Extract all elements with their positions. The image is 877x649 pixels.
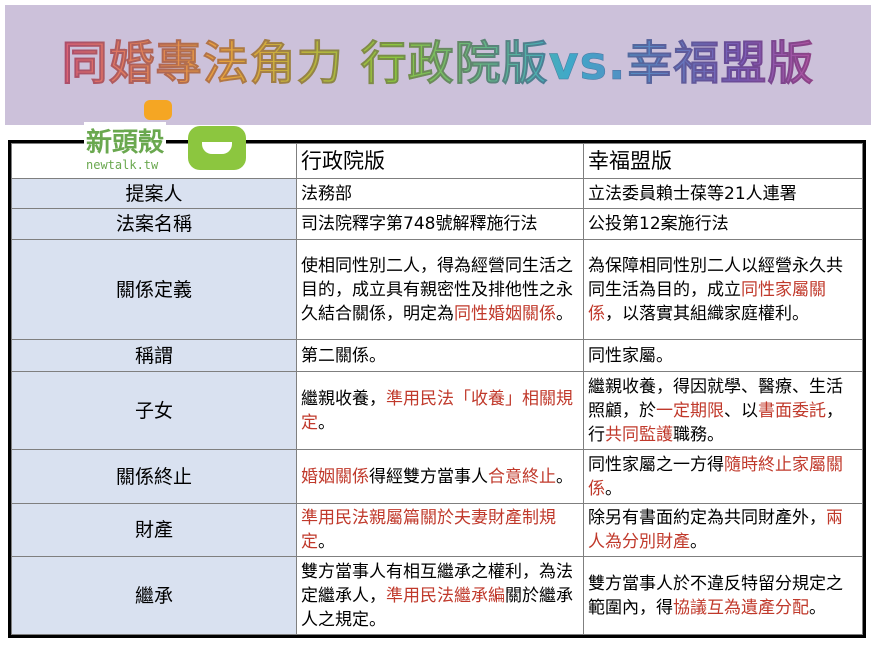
cell-text: 。 <box>556 303 573 324</box>
table-row: 稱謂 第二關係。 同性家屬。 <box>11 339 863 372</box>
cell-happiness-alliance: 雙方當事人於不違反特留分規定之範圍內，得協議互為遺產分配。 <box>583 556 863 635</box>
cell-executive-yuan: 婚姻關係得經雙方當事人合意終止。 <box>296 449 584 504</box>
cell-text: 。 <box>318 412 335 433</box>
row-label: 關係定義 <box>11 239 297 340</box>
highlighted-text: 同性婚姻關係 <box>454 303 556 324</box>
table-row: 關係定義 使相同性別二人，得為經營同生活之目的，成立具有親密性及排他性之永久結合關… <box>11 239 863 340</box>
cell-text: 立法委員賴士葆等21人連署 <box>588 183 797 204</box>
highlighted-text: 共同監護 <box>605 424 673 445</box>
cell-text: 公投第12案施行法 <box>588 214 729 234</box>
logo-mark-icon <box>144 100 172 120</box>
cell-executive-yuan: 繼親收養，準用民法「收養」相關規定。 <box>296 371 584 450</box>
table-row: 財產 準用民法親屬篇關於夫妻財產制規定。 除另有書面約定為共同財產外，兩人為分別財產… <box>11 503 863 557</box>
cell-text: 得經雙方當事人 <box>369 466 488 487</box>
header-executive-yuan: 行政院版 <box>296 143 584 179</box>
cell-happiness-alliance: 立法委員賴士葆等21人連署 <box>583 178 863 209</box>
highlighted-text: 準用民法繼承編 <box>386 585 505 606</box>
cell-text: 。 <box>690 532 707 552</box>
cell-text: 第二關係。 <box>301 345 386 366</box>
cell-happiness-alliance: 同性家屬之一方得隨時終止家屬關係。 <box>583 449 863 504</box>
table-row: 提案人 法務部 立法委員賴士葆等21人連署 <box>11 178 863 209</box>
row-label: 財產 <box>11 503 297 557</box>
cell-executive-yuan: 第二關係。 <box>296 339 584 372</box>
cell-text: 司法院釋字第748號解釋施行法 <box>301 214 538 234</box>
cell-text: 。 <box>318 532 335 552</box>
header-happiness-alliance: 幸福盟版 <box>583 143 863 179</box>
logo-name: 新頭殼 <box>84 122 167 159</box>
table-row: 法案名稱 司法院釋字第748號解釋施行法 公投第12案施行法 <box>11 208 863 240</box>
logo-url: newtalk.tw <box>86 158 159 172</box>
cell-executive-yuan: 司法院釋字第748號解釋施行法 <box>296 208 584 240</box>
row-label: 稱謂 <box>11 339 297 372</box>
cell-text: 。 <box>605 478 622 499</box>
row-label: 繼承 <box>11 556 297 635</box>
cell-happiness-alliance: 除另有書面約定為共同財產外，兩人為分別財產。 <box>583 503 863 557</box>
cell-happiness-alliance: 同性家屬。 <box>583 339 863 372</box>
comparison-table: 行政院版 幸福盟版 提案人 法務部 立法委員賴士葆等21人連署法案名稱 司法院釋字第7… <box>8 140 866 638</box>
table-row: 關係終止 婚姻關係得經雙方當事人合意終止。 同性家屬之一方得隨時終止家屬關係。 <box>11 449 863 504</box>
table-row: 子女 繼親收養，準用民法「收養」相關規定。 繼親收養，得因就學、醫療、生活照顧，於一… <box>11 371 863 450</box>
row-label: 關係終止 <box>11 449 297 504</box>
cell-text: 同性家屬之一方得 <box>588 454 724 475</box>
highlighted-text: 準用民法親屬篇關於夫妻財產制規定 <box>301 508 556 552</box>
cell-text: 。 <box>556 466 573 487</box>
cell-text: 。 <box>809 597 826 618</box>
row-label: 子女 <box>11 371 297 450</box>
cell-executive-yuan: 法務部 <box>296 178 584 209</box>
table-row: 繼承 雙方當事人有相互繼承之權利，為法定繼承人，準用民法繼承編關於繼承人之規定。雙… <box>11 556 863 635</box>
speech-bubble-icon <box>188 126 246 170</box>
highlighted-text: 婚姻關係 <box>301 466 369 487</box>
cell-text: 除另有書面約定為共同財產外， <box>588 508 826 528</box>
row-label: 提案人 <box>11 178 297 209</box>
highlighted-text: 協議互為遺產分配 <box>673 597 809 618</box>
cell-text: ，以落實其組織家庭權利。 <box>605 303 809 324</box>
cell-happiness-alliance: 公投第12案施行法 <box>583 208 863 240</box>
cell-text: 、以 <box>724 400 758 421</box>
cell-text: 法務部 <box>301 183 352 204</box>
page-title: 同婚專法角力 行政院版vs.幸福盟版 <box>5 27 871 93</box>
highlighted-text: 合意終止 <box>488 466 556 487</box>
cell-executive-yuan: 使相同性別二人，得為經營同生活之目的，成立具有親密性及排他性之永久結合關係，明定… <box>296 239 584 340</box>
highlighted-text: 書面委託 <box>758 400 826 421</box>
highlighted-text: 一定期限 <box>656 400 724 421</box>
cell-text: 同性家屬。 <box>588 345 673 366</box>
cell-text: 職務。 <box>673 424 724 445</box>
cell-text: 繼親收養， <box>301 388 386 409</box>
cell-happiness-alliance: 為保障相同性別二人以經營永久共同生活為目的，成立同性家屬關係，以落實其組織家庭權… <box>583 239 863 340</box>
cell-happiness-alliance: 繼親收養，得因就學、醫療、生活照顧，於一定期限、以書面委託，行共同監護職務。 <box>583 371 863 450</box>
cell-executive-yuan: 雙方當事人有相互繼承之權利，為法定繼承人，準用民法繼承編關於繼承人之規定。 <box>296 556 584 635</box>
row-label: 法案名稱 <box>11 208 297 240</box>
newtalk-logo: 新頭殼 newtalk.tw <box>84 100 249 180</box>
cell-executive-yuan: 準用民法親屬篇關於夫妻財產制規定。 <box>296 503 584 557</box>
